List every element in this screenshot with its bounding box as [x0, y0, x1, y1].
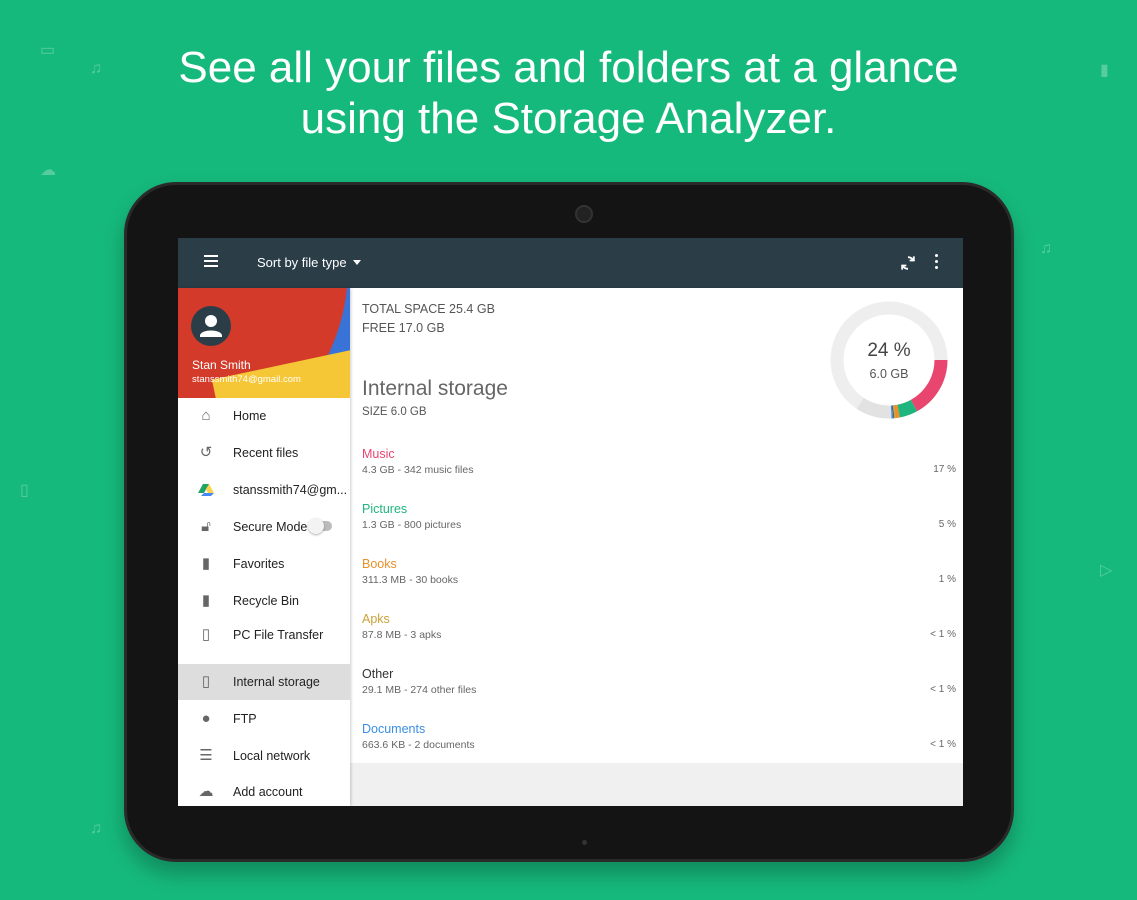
- sidebar-item-label: stanssmith74@gm...: [233, 483, 348, 497]
- storage-summary-card[interactable]: TOTAL SPACE 25.4 GB FREE 17.0 GB Interna…: [350, 288, 963, 435]
- music-icon: ♫: [1040, 240, 1052, 257]
- sidebar-item-google-drive[interactable]: stanssmith74@gm...: [178, 472, 350, 508]
- category-detail: 4.3 GB - 342 music files: [362, 464, 474, 476]
- category-row-music[interactable]: Music 4.3 GB - 342 music files 17 %: [350, 435, 963, 490]
- category-row-books[interactable]: Books 311.3 MB - 30 books 1 %: [350, 545, 963, 600]
- category-detail: 1.3 GB - 800 pictures: [362, 519, 462, 531]
- server-icon: ☰: [199, 747, 213, 764]
- category-name: Pictures: [362, 502, 408, 516]
- sidebar-item-label: Internal storage: [233, 675, 320, 689]
- category-detail: 663.6 KB - 2 documents: [362, 739, 475, 751]
- refresh-icon[interactable]: [898, 253, 918, 273]
- more-vert-icon[interactable]: [935, 254, 939, 272]
- chevron-down-icon[interactable]: [353, 260, 361, 265]
- category-percent: 17 %: [933, 464, 956, 475]
- sidebar-item-recycle-bin[interactable]: ▮ Recycle Bin: [178, 583, 350, 619]
- used-size: 6.0 GB: [869, 367, 909, 381]
- google-drive-icon: [198, 482, 214, 498]
- used-percent: 24 %: [867, 340, 911, 361]
- category-percent: < 1 %: [930, 629, 956, 640]
- sidebar-item-label: Secure Mode: [233, 520, 308, 534]
- sidebar-item-secure-mode[interactable]: 🔓︎ Secure Mode: [178, 509, 350, 545]
- free-space: FREE 17.0 GB: [362, 321, 445, 335]
- sidebar-item-label: Recent files: [233, 446, 299, 460]
- sidebar-item-internal-storage[interactable]: ▯ Internal storage: [178, 664, 350, 700]
- lock-open-icon: 🔓︎: [201, 518, 211, 535]
- trash-icon: ▮: [201, 592, 211, 609]
- category-percent: < 1 %: [930, 739, 956, 750]
- category-row-apks[interactable]: Apks 87.8 MB - 3 apks < 1 %: [350, 600, 963, 655]
- sidebar-item-ftp[interactable]: ● FTP: [178, 701, 350, 737]
- headline: See all your files and folders at a glan…: [0, 42, 1137, 144]
- category-detail: 29.1 MB - 274 other files: [362, 684, 477, 696]
- category-percent: 1 %: [938, 574, 956, 585]
- sidebar-item-label: Local network: [233, 749, 311, 763]
- category-percent: < 1 %: [930, 684, 956, 695]
- avatar[interactable]: [191, 306, 231, 346]
- cloud-icon: ☁: [40, 162, 56, 179]
- storage-title: Internal storage: [362, 377, 508, 400]
- sidebar-item-label: Recycle Bin: [233, 594, 299, 608]
- sidebar-item-add-account[interactable]: ☁ Add account: [178, 774, 350, 806]
- category-name: Music: [362, 447, 395, 461]
- bookmark-icon: ▮: [201, 555, 211, 572]
- sidebar-item-favorites[interactable]: ▮ Favorites: [178, 546, 350, 582]
- globe-icon: ●: [201, 710, 211, 727]
- phone-transfer-icon: ▯: [201, 626, 211, 643]
- navigation-drawer: Stan Smith stanssmith74@gmail.com ⌂ Home …: [178, 288, 350, 806]
- sidebar-item-label: FTP: [233, 712, 257, 726]
- category-name: Other: [362, 667, 394, 681]
- camera: [575, 205, 593, 223]
- user-name: Stan Smith: [192, 358, 251, 372]
- category-name: Apks: [362, 612, 390, 626]
- sidebar-item-recent-files[interactable]: ↺ Recent files: [178, 435, 350, 471]
- sort-dropdown[interactable]: Sort by file type: [257, 255, 347, 270]
- sidebar-item-label: PC File Transfer: [233, 628, 324, 642]
- category-row-documents[interactable]: Documents 663.6 KB - 2 documents < 1 %: [350, 710, 963, 765]
- hamburger-icon[interactable]: [204, 255, 218, 267]
- headline-line-2: using the Storage Analyzer.: [300, 94, 837, 143]
- category-list: Music 4.3 GB - 342 music files 17 % Pictu…: [350, 435, 963, 763]
- sidebar-item-local-network[interactable]: ☰ Local network: [178, 738, 350, 774]
- category-detail: 87.8 MB - 3 apks: [362, 629, 442, 641]
- category-row-other[interactable]: Other 29.1 MB - 274 other files < 1 %: [350, 655, 963, 710]
- category-name: Books: [362, 557, 397, 571]
- music-icon: ♫: [90, 820, 102, 837]
- account-header: Stan Smith stanssmith74@gmail.com: [178, 288, 350, 398]
- storage-size: SIZE 6.0 GB: [362, 406, 427, 418]
- category-detail: 311.3 MB - 30 books: [362, 574, 459, 586]
- phone-icon: ▯: [201, 673, 211, 690]
- sidebar-item-label: Add account: [233, 785, 303, 799]
- toolbar: Sort by file type: [178, 238, 963, 288]
- app-screen: Sort by file type Stan Smith stanssmith7…: [178, 238, 963, 806]
- category-row-pictures[interactable]: Pictures 1.3 GB - 800 pictures 5 %: [350, 490, 963, 545]
- microphone: [582, 840, 587, 845]
- sidebar-item-label: Favorites: [233, 557, 285, 571]
- play-icon: ▷: [1100, 562, 1113, 579]
- secure-mode-toggle[interactable]: [308, 518, 332, 534]
- history-icon: ↺: [199, 444, 213, 461]
- sidebar-item-label: Home: [233, 409, 267, 423]
- user-email: stanssmith74@gmail.com: [192, 374, 301, 385]
- sidebar-item-pc-file-transfer[interactable]: ▯ PC File Transfer: [178, 617, 350, 653]
- cloud-add-icon: ☁: [198, 783, 214, 800]
- total-space: TOTAL SPACE 25.4 GB: [362, 302, 495, 316]
- headline-line-1: See all your files and folders at a glan…: [178, 43, 959, 92]
- sidebar-item-home[interactable]: ⌂ Home: [178, 398, 350, 434]
- trash-icon: ▯: [20, 482, 29, 499]
- category-name: Documents: [362, 722, 426, 736]
- home-icon: ⌂: [201, 407, 211, 424]
- category-percent: 5 %: [938, 519, 956, 530]
